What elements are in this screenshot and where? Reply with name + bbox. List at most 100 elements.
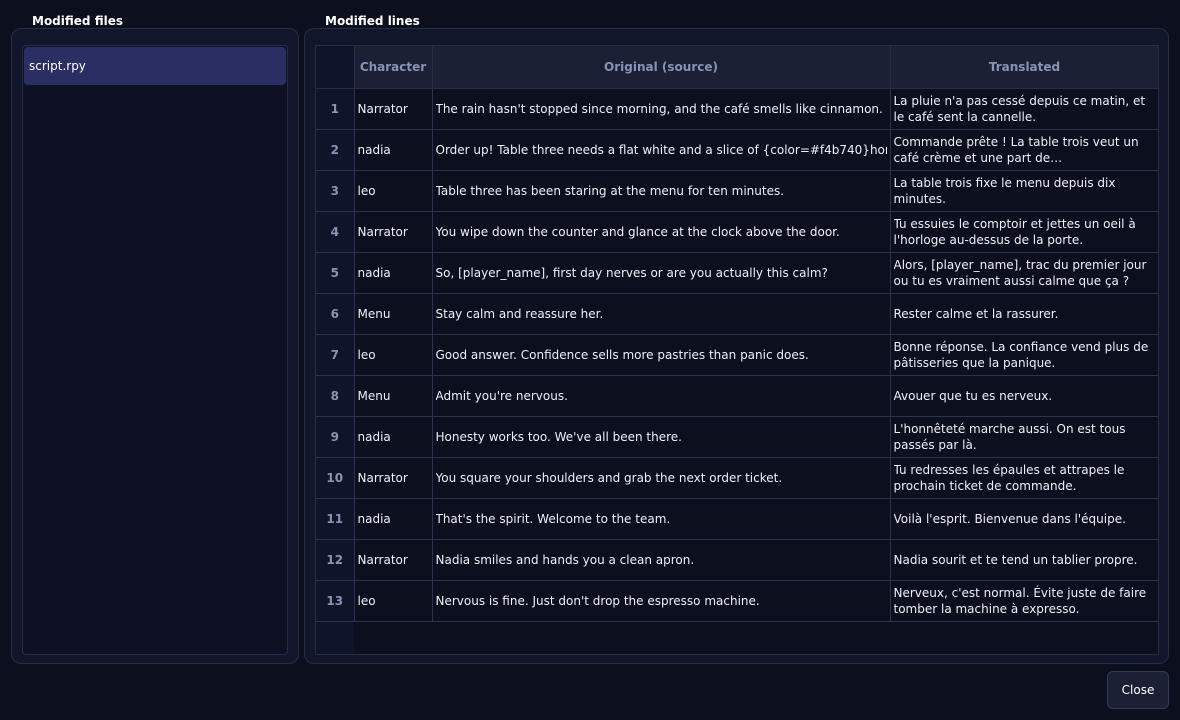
row-number-cell[interactable]: 8: [316, 375, 355, 417]
character-cell[interactable]: nadia: [353, 416, 433, 458]
translated-cell[interactable]: L'honnêteté marche aussi. On est tous pa…: [889, 416, 1158, 458]
translated-cell[interactable]: Voilà l'esprit. Bienvenue dans l'équipe.: [889, 498, 1158, 540]
original-cell-text: Nervous is fine. Just don't drop the esp…: [435, 594, 760, 608]
original-cell[interactable]: Order up! Table three needs a flat white…: [431, 129, 891, 171]
translated-cell-text: Rester calme et la rassurer.: [893, 307, 1059, 321]
original-cell[interactable]: Nervous is fine. Just don't drop the esp…: [431, 580, 891, 622]
row-number-cell[interactable]: 2: [316, 129, 355, 171]
table-row[interactable]: 11 nadia That's the spirit. Welcome to the…: [316, 498, 1158, 540]
table-row[interactable]: 2 nadia Order up! Table three needs a flat…: [316, 129, 1158, 171]
original-cell[interactable]: That's the spirit. Welcome to the team.: [431, 498, 891, 540]
table-row[interactable]: 6 Menu Stay calm and reassure her. Rester c…: [316, 293, 1158, 335]
row-number-cell[interactable]: 1: [316, 88, 355, 130]
table-row[interactable]: 5 nadia So, [player_name], first day nerve…: [316, 252, 1158, 294]
table-row[interactable]: 1 Narrator The rain hasn't stopped since m…: [316, 88, 1158, 130]
row-number-cell-text: 12: [326, 553, 344, 567]
translated-cell-text: Voilà l'esprit. Bienvenue dans l'équipe.: [893, 512, 1126, 526]
character-cell[interactable]: Narrator: [353, 539, 433, 581]
table-row[interactable]: 7 leo Good answer. Confidence sells more p…: [316, 334, 1158, 376]
original-cell[interactable]: Table three has been staring at the menu…: [431, 170, 891, 212]
character-cell[interactable]: leo: [353, 334, 433, 376]
original-cell[interactable]: Honesty works too. We've all been there.: [431, 416, 891, 458]
row-number-cell[interactable]: 3: [316, 170, 355, 212]
translated-cell[interactable]: Nadia sourit et te tend un tablier propr…: [889, 539, 1158, 581]
translated-cell[interactable]: La pluie n'a pas cessé depuis ce matin, …: [889, 88, 1158, 130]
translated-cell[interactable]: Avouer que tu es nerveux.: [889, 375, 1158, 417]
character-cell-text: leo: [357, 594, 376, 608]
table-header-row: Character Original (source) Translated: [316, 46, 1158, 89]
table-row[interactable]: 13 leo Nervous is fine. Just don't drop th…: [316, 580, 1158, 622]
table-row[interactable]: 4 Narrator You wipe down the counter and g…: [316, 211, 1158, 253]
table-row[interactable]: 12 Narrator Nadia smiles and hands you a c…: [316, 539, 1158, 581]
row-number-cell[interactable]: 11: [316, 498, 355, 540]
character-cell-text: Narrator: [357, 553, 408, 567]
character-cell-text: Narrator: [357, 102, 408, 116]
translated-cell[interactable]: Tu redresses les épaules et attrapes le …: [889, 457, 1158, 499]
original-cell-text: Admit you're nervous.: [435, 389, 568, 403]
translated-cell[interactable]: Tu essuies le comptoir et jettes un oeil…: [889, 211, 1158, 253]
translated-cell[interactable]: Commande prête ! La table trois veut un …: [889, 129, 1158, 171]
character-cell[interactable]: Menu: [353, 375, 433, 417]
original-cell[interactable]: The rain hasn't stopped since morning, a…: [431, 88, 891, 130]
column-header-character[interactable]: Character: [354, 46, 433, 89]
file-item-script-rpy[interactable]: script.rpy: [24, 47, 286, 85]
row-number-cell-text: 13: [326, 594, 344, 608]
table-row[interactable]: 10 Narrator You square your shoulders and …: [316, 457, 1158, 499]
translated-cell[interactable]: Rester calme et la rassurer.: [889, 293, 1158, 335]
translated-cell-text: Alors, [player_name], trac du premier jo…: [893, 258, 1147, 288]
character-cell[interactable]: nadia: [353, 129, 433, 171]
column-header-original[interactable]: Original (source): [432, 46, 891, 89]
original-cell-text: Order up! Table three needs a flat white…: [435, 143, 887, 157]
row-number-cell[interactable]: 6: [316, 293, 355, 335]
translated-cell-text: Tu redresses les épaules et attrapes le …: [893, 463, 1125, 493]
original-cell[interactable]: So, [player_name], first day nerves or a…: [431, 252, 891, 294]
original-cell-text: So, [player_name], first day nerves or a…: [435, 266, 828, 280]
translated-cell-text: Avouer que tu es nerveux.: [893, 389, 1053, 403]
character-cell[interactable]: leo: [353, 170, 433, 212]
row-number-cell[interactable]: 7: [316, 334, 355, 376]
column-header-translated[interactable]: Translated: [890, 46, 1158, 89]
translated-cell[interactable]: Alors, [player_name], trac du premier jo…: [889, 252, 1158, 294]
modified-lines-title: Modified lines: [321, 14, 424, 28]
character-cell[interactable]: Narrator: [353, 211, 433, 253]
original-cell[interactable]: You square your shoulders and grab the n…: [431, 457, 891, 499]
original-cell[interactable]: Good answer. Confidence sells more pastr…: [431, 334, 891, 376]
character-cell-text: nadia: [357, 512, 391, 526]
original-cell[interactable]: Nadia smiles and hands you a clean apron…: [431, 539, 891, 581]
translated-cell[interactable]: Bonne réponse. La confiance vend plus de…: [889, 334, 1158, 376]
original-cell[interactable]: You wipe down the counter and glance at …: [431, 211, 891, 253]
table-row[interactable]: 3 leo Table three has been staring at the …: [316, 170, 1158, 212]
row-number-cell[interactable]: 9: [316, 416, 355, 458]
translated-cell[interactable]: La table trois fixe le menu depuis dix m…: [889, 170, 1158, 212]
row-number-cell-text: 1: [330, 102, 339, 116]
translated-cell-text: Nerveux, c'est normal. Évite juste de fa…: [893, 586, 1147, 616]
original-cell[interactable]: Stay calm and reassure her.: [431, 293, 891, 335]
character-cell-text: nadia: [357, 266, 391, 280]
character-cell[interactable]: leo: [353, 580, 433, 622]
modified-lines-panel: Character Original (source) Translated 1…: [304, 28, 1169, 664]
corner-header: [316, 46, 355, 89]
row-number-cell[interactable]: 12: [316, 539, 355, 581]
character-cell-text: Narrator: [357, 471, 408, 485]
row-number-cell[interactable]: 10: [316, 457, 355, 499]
modified-lines-table[interactable]: Character Original (source) Translated 1…: [315, 45, 1159, 655]
character-cell[interactable]: nadia: [353, 498, 433, 540]
translated-cell[interactable]: Nerveux, c'est normal. Évite juste de fa…: [889, 580, 1158, 622]
row-number-cell[interactable]: 5: [316, 252, 355, 294]
file-list[interactable]: script.rpy: [22, 45, 288, 655]
table-row[interactable]: 9 nadia Honesty works too. We've all been …: [316, 416, 1158, 458]
character-cell[interactable]: Menu: [353, 293, 433, 335]
character-cell[interactable]: Narrator: [353, 88, 433, 130]
character-cell-text: leo: [357, 348, 376, 362]
character-cell[interactable]: Narrator: [353, 457, 433, 499]
original-cell-text: Honesty works too. We've all been there.: [435, 430, 682, 444]
translated-cell-text: La pluie n'a pas cessé depuis ce matin, …: [893, 94, 1146, 124]
character-cell[interactable]: nadia: [353, 252, 433, 294]
table-row[interactable]: 8 Menu Admit you're nervous. Avouer que tu …: [316, 375, 1158, 417]
original-cell[interactable]: Admit you're nervous.: [431, 375, 891, 417]
row-number-cell[interactable]: 13: [316, 580, 355, 622]
original-cell-text: You wipe down the counter and glance at …: [435, 225, 840, 239]
close-button[interactable]: Close: [1107, 671, 1169, 709]
translated-cell-text: Bonne réponse. La confiance vend plus de…: [893, 340, 1149, 370]
row-number-cell[interactable]: 4: [316, 211, 355, 253]
